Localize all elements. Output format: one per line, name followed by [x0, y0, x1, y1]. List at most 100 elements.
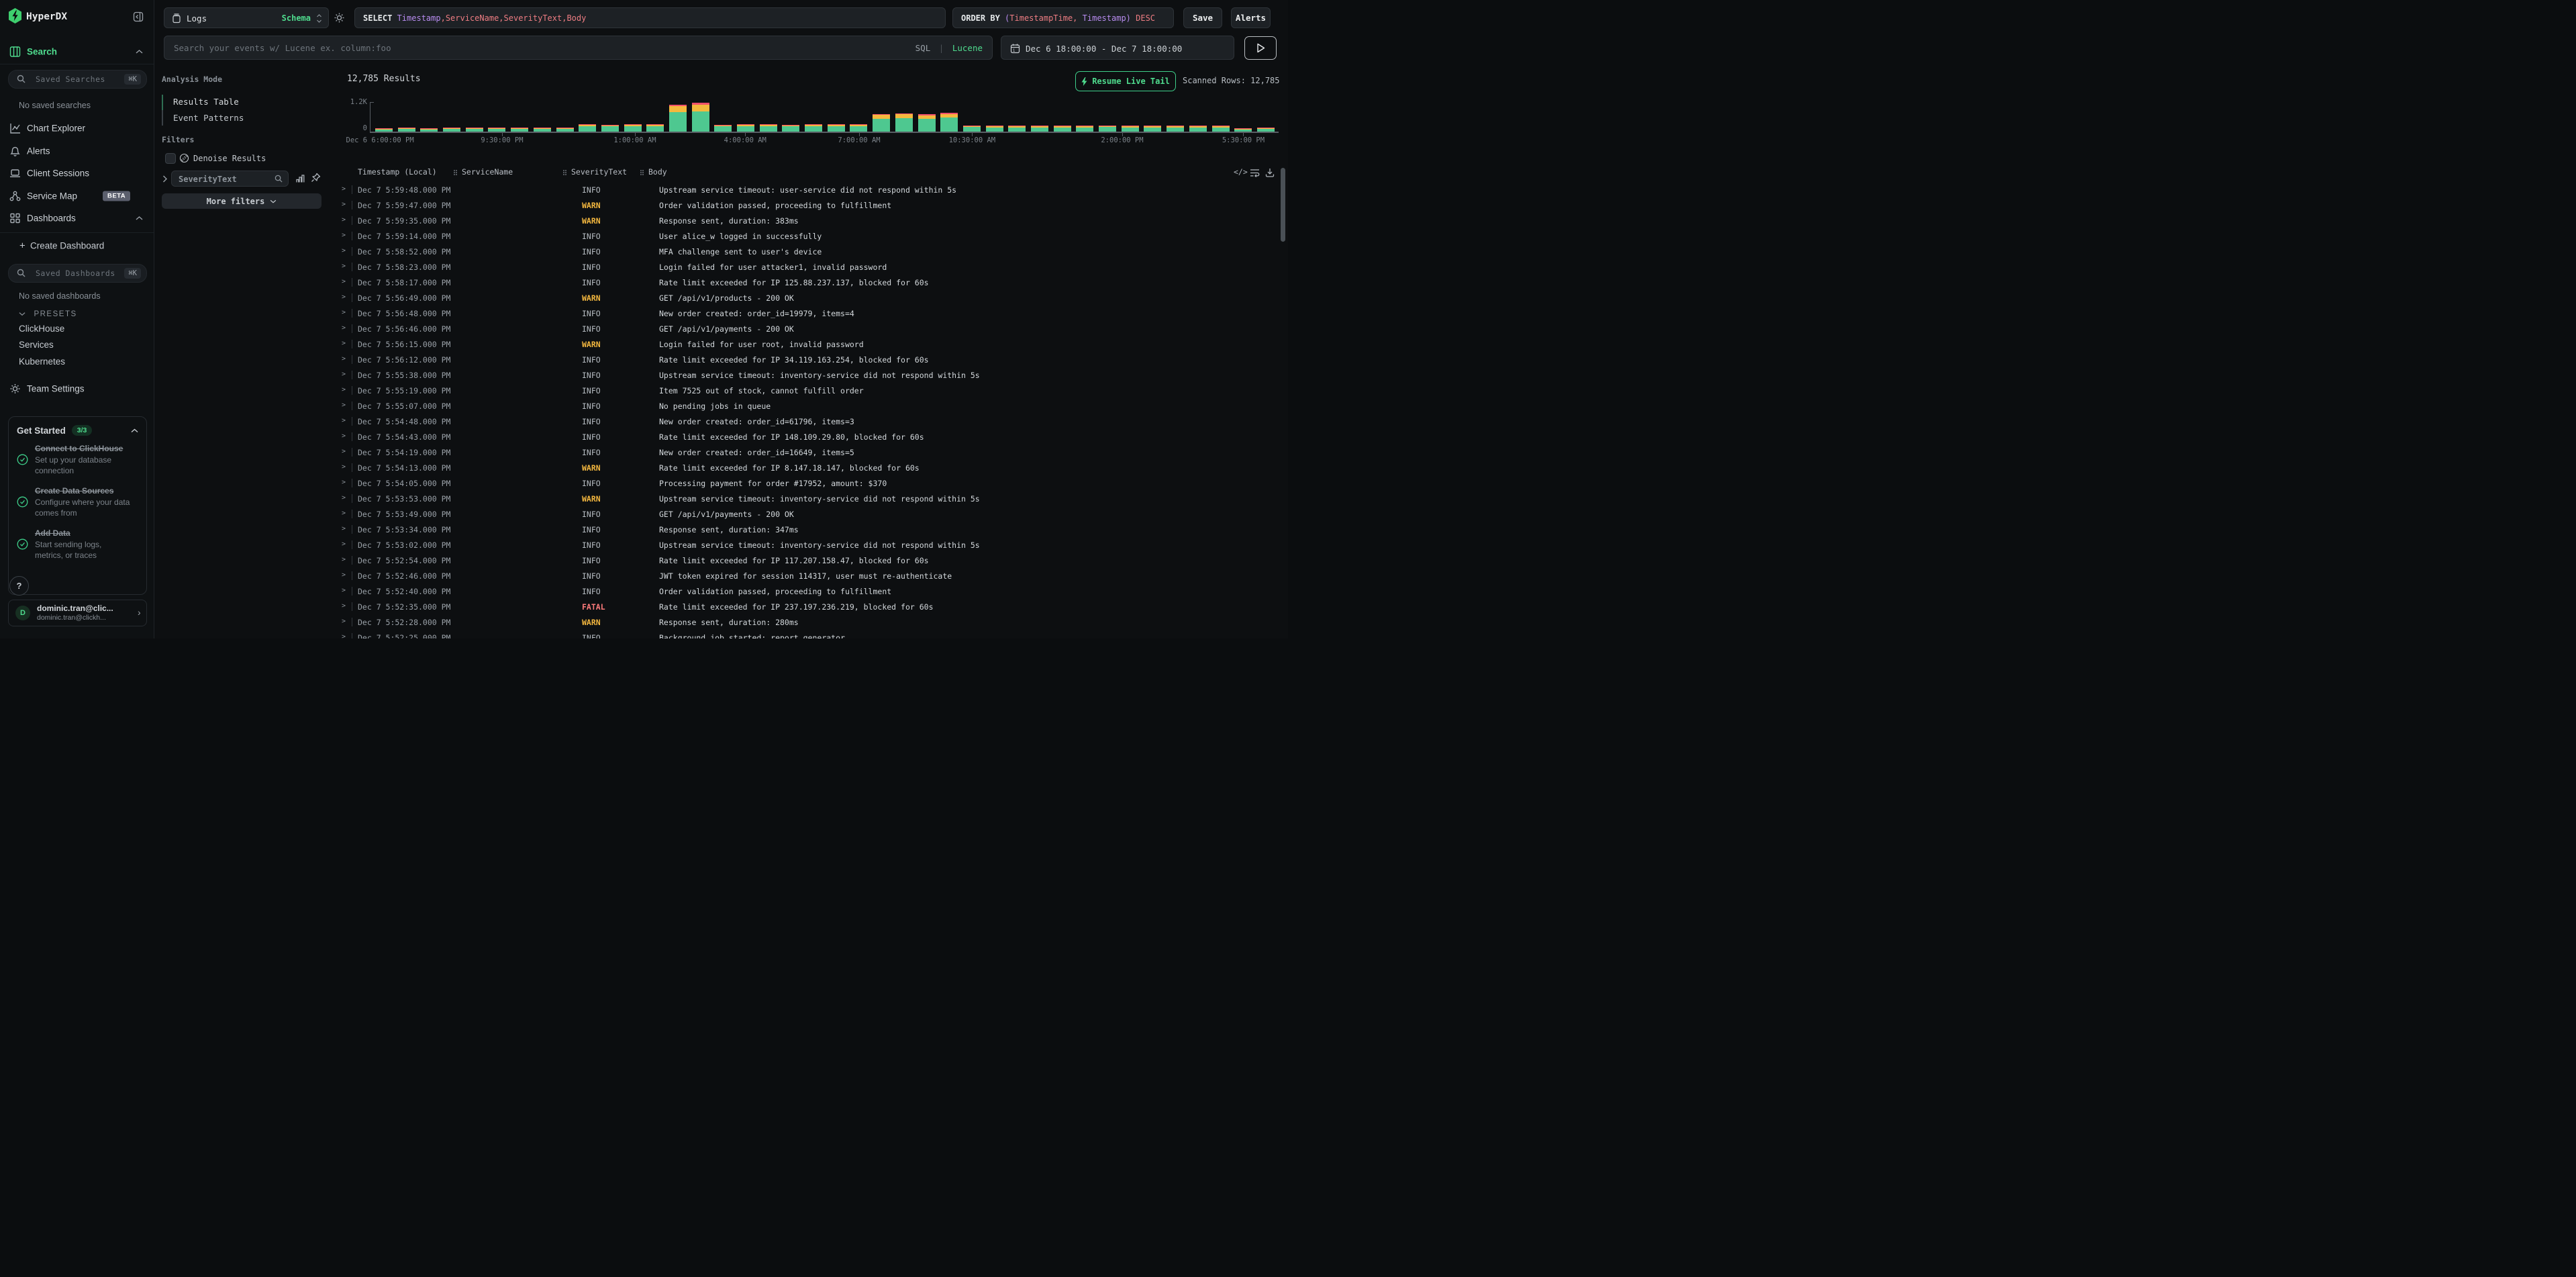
histogram-bar[interactable]	[1031, 102, 1048, 132]
histogram-bar[interactable]	[646, 102, 664, 132]
expand-row-icon[interactable]: >	[342, 494, 346, 502]
expand-row-icon[interactable]: >	[342, 602, 346, 610]
expand-row-icon[interactable]: >	[342, 417, 346, 424]
code-view-icon[interactable]: </>	[1234, 167, 1248, 177]
col-severitytext[interactable]: SeverityText	[571, 167, 627, 177]
histogram-bar[interactable]	[511, 102, 528, 132]
query-language-toggle[interactable]: SQL | Lucene	[915, 43, 983, 53]
expand-row-icon[interactable]: >	[342, 448, 346, 455]
histogram-bar[interactable]	[579, 102, 596, 132]
log-row[interactable]: >Dec 7 5:54:43.000 PMINFORate limit exce…	[339, 430, 1279, 445]
saved-dashboards-input[interactable]: Saved Dashboards ⌘K	[8, 264, 147, 283]
date-range-picker[interactable]: 1 Dec 6 18:00:00 - Dec 7 18:00:00	[1001, 36, 1234, 60]
histogram-bar[interactable]	[1144, 102, 1161, 132]
alerts-button[interactable]: Alerts	[1231, 7, 1271, 28]
drag-grip-icon[interactable]	[640, 170, 642, 171]
histogram-bar[interactable]	[488, 102, 505, 132]
order-by-input[interactable]: ORDER BY (TimestampTime, Timestamp) DESC	[952, 7, 1174, 28]
histogram-bar[interactable]	[1076, 102, 1093, 132]
sidebar-item-client-sessions[interactable]: Client Sessions	[0, 164, 154, 183]
save-button[interactable]: Save	[1183, 7, 1222, 28]
help-button[interactable]: ?	[9, 576, 29, 596]
get-started-item[interactable]: Add DataStart sending logs, metrics, or …	[17, 527, 130, 561]
histogram-bar[interactable]	[466, 102, 483, 132]
lucene-search-input[interactable]: Search your events w/ Lucene ex. column:…	[164, 36, 993, 60]
log-row[interactable]: >Dec 7 5:59:35.000 PMWARNResponse sent, …	[339, 214, 1279, 229]
histogram-bar[interactable]	[1234, 102, 1252, 132]
histogram-bar[interactable]	[1122, 102, 1139, 132]
histogram-bar[interactable]	[669, 102, 687, 132]
histogram-bar[interactable]	[986, 102, 1003, 132]
log-row[interactable]: >Dec 7 5:58:52.000 PMINFOMFA challenge s…	[339, 244, 1279, 260]
mode-lucene[interactable]: Lucene	[952, 43, 983, 53]
expand-row-icon[interactable]: >	[342, 293, 346, 301]
log-row[interactable]: >Dec 7 5:56:12.000 PMINFORate limit exce…	[339, 352, 1279, 368]
drag-grip-icon[interactable]	[563, 170, 564, 171]
histogram-bar[interactable]	[782, 102, 799, 132]
schema-select-value[interactable]: Schema	[282, 13, 311, 23]
expand-row-icon[interactable]: >	[342, 587, 346, 594]
expand-row-icon[interactable]: >	[342, 510, 346, 517]
log-row[interactable]: >Dec 7 5:54:48.000 PMINFONew order creat…	[339, 414, 1279, 430]
chevron-up-icon[interactable]	[131, 428, 138, 433]
expand-row-icon[interactable]: >	[342, 232, 346, 239]
user-account-card[interactable]: D dominic.tran@clic... dominic.tran@clic…	[8, 600, 147, 626]
log-row[interactable]: >Dec 7 5:58:17.000 PMINFORate limit exce…	[339, 275, 1279, 291]
histogram-bar[interactable]	[714, 102, 732, 132]
histogram-bar[interactable]	[895, 102, 913, 132]
sidebar-collapse-icon[interactable]	[133, 11, 144, 22]
histogram-bar[interactable]	[873, 102, 890, 132]
histogram-bar[interactable]	[737, 102, 754, 132]
log-row[interactable]: >Dec 7 5:52:25.000 PMINFOBackground job …	[339, 630, 1279, 638]
histogram-bar[interactable]	[1054, 102, 1071, 132]
histogram-bar[interactable]	[624, 102, 642, 132]
expand-row-icon[interactable]: >	[342, 401, 346, 409]
sidebar-item-alerts[interactable]: Alerts	[0, 142, 154, 160]
histogram-bar[interactable]	[534, 102, 551, 132]
log-row[interactable]: >Dec 7 5:53:49.000 PMINFOGET /api/v1/pay…	[339, 507, 1279, 522]
histogram-bar[interactable]	[1212, 102, 1230, 132]
log-row[interactable]: >Dec 7 5:56:49.000 PMWARNGET /api/v1/pro…	[339, 291, 1279, 306]
expand-row-icon[interactable]: >	[342, 201, 346, 208]
drag-grip-icon[interactable]	[454, 170, 455, 171]
expand-row-icon[interactable]: >	[342, 432, 346, 440]
expand-row-icon[interactable]: >	[342, 263, 346, 270]
log-row[interactable]: >Dec 7 5:55:19.000 PMINFOItem 7525 out o…	[339, 383, 1279, 399]
saved-searches-input[interactable]: Saved Searches ⌘K	[8, 70, 147, 89]
expand-row-icon[interactable]: >	[342, 479, 346, 486]
log-row[interactable]: >Dec 7 5:53:34.000 PMINFOResponse sent, …	[339, 522, 1279, 538]
sidebar-item-team-settings[interactable]: Team Settings	[0, 379, 154, 398]
histogram-bar[interactable]	[940, 102, 958, 132]
log-row[interactable]: >Dec 7 5:59:14.000 PMINFOUser alice_w lo…	[339, 229, 1279, 244]
create-dashboard-button[interactable]: + Create Dashboard	[0, 236, 154, 255]
denoise-checkbox[interactable]	[165, 153, 176, 164]
expand-row-icon[interactable]: >	[342, 278, 346, 285]
histogram-bar[interactable]	[375, 102, 393, 132]
expand-row-icon[interactable]: >	[342, 247, 346, 254]
expand-row-icon[interactable]: >	[342, 556, 346, 563]
expand-row-icon[interactable]: >	[342, 216, 346, 224]
log-row[interactable]: >Dec 7 5:52:35.000 PMFATALRate limit exc…	[339, 600, 1279, 615]
histogram-bar[interactable]	[828, 102, 845, 132]
chevron-right-icon[interactable]	[162, 175, 167, 183]
log-row[interactable]: >Dec 7 5:59:48.000 PMINFOUpstream servic…	[339, 183, 1279, 198]
histogram-bar[interactable]	[760, 102, 777, 132]
log-row[interactable]: >Dec 7 5:52:54.000 PMINFORate limit exce…	[339, 553, 1279, 569]
mode-sql[interactable]: SQL	[915, 43, 931, 53]
histogram-bar[interactable]	[398, 102, 415, 132]
histogram-bar[interactable]	[1257, 102, 1275, 132]
expand-row-icon[interactable]: >	[342, 571, 346, 579]
histogram-bar[interactable]	[692, 102, 709, 132]
expand-row-icon[interactable]: >	[342, 525, 346, 532]
histogram-bar[interactable]	[805, 102, 822, 132]
preset-item-services[interactable]: Services	[19, 340, 54, 350]
sidebar-item-dashboards[interactable]: Dashboards	[0, 209, 154, 228]
histogram-bar[interactable]	[1189, 102, 1207, 132]
expand-row-icon[interactable]: >	[342, 618, 346, 625]
histogram-bar[interactable]	[1167, 102, 1184, 132]
log-row[interactable]: >Dec 7 5:55:07.000 PMINFONo pending jobs…	[339, 399, 1279, 414]
presets-group-toggle[interactable]: PRESETS	[19, 308, 77, 320]
log-row[interactable]: >Dec 7 5:52:46.000 PMINFOJWT token expir…	[339, 569, 1279, 584]
expand-row-icon[interactable]: >	[342, 386, 346, 393]
histogram-bar[interactable]	[443, 102, 460, 132]
